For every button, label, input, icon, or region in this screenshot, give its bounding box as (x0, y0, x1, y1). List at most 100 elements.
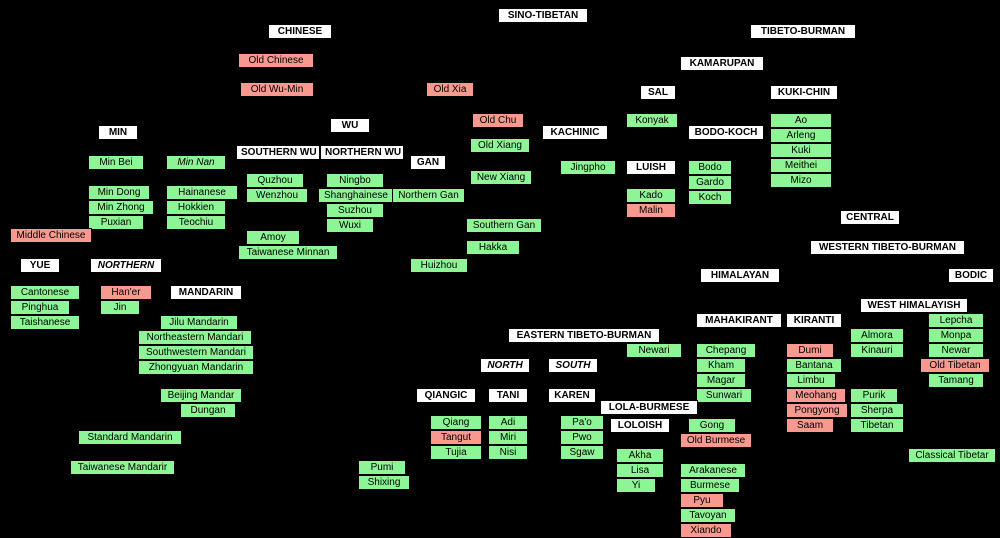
lang-old-chinese: Old Chinese (238, 53, 314, 68)
lang-bodic: BODIC (948, 268, 994, 283)
lang-suzhou: Suzhou (326, 203, 384, 218)
lang-teochiu: Teochiu (166, 215, 226, 230)
lang-wuxi: Wuxi (326, 218, 374, 233)
lang-yue: YUE (20, 258, 60, 273)
lang-shixing: Shixing (358, 475, 410, 490)
lang-zhongyuan-mandarin: Zhongyuan Mandarin (138, 360, 254, 375)
lang-old-wu-min: Old Wu-Min (240, 82, 314, 97)
lang-new-xiang: New Xiang (470, 170, 532, 185)
lang-bodo: Bodo (688, 160, 732, 175)
lang-adi: Adi (488, 415, 528, 430)
lang-lola-burmese: LOLA-BURMESE (600, 400, 698, 415)
lang-saam: Saam (786, 418, 834, 433)
lang-sal: SAL (640, 85, 676, 100)
lang-taiwanese-minnan: Taiwanese Minnan (238, 245, 338, 260)
lang-newari: Newari (626, 343, 682, 358)
lang-kuki: Kuki (770, 143, 832, 158)
lang-northern: NORTHERN (90, 258, 162, 273)
lang-han-er: Han'er (100, 285, 152, 300)
lang-west-himalayish: WEST HIMALAYISH (860, 298, 968, 313)
lang-old-burmese: Old Burmese (680, 433, 752, 448)
lang-loloish: LOLOISH (610, 418, 670, 433)
lang-old-xiang: Old Xiang (470, 138, 530, 153)
lang-eastern-tibeto-burman: EASTERN TIBETO-BURMAN (508, 328, 660, 343)
lang-northern-wu: NORTHERN WU (320, 145, 404, 160)
lang-ningbo: Ningbo (326, 173, 384, 188)
lang-bodo-koch: BODO-KOCH (688, 125, 764, 140)
lang-meithei: Meithei (770, 158, 832, 173)
lang-tangut: Tangut (430, 430, 482, 445)
lang-mahakirant: MAHAKIRANT (696, 313, 782, 328)
lang-pongyong: Pongyong (786, 403, 848, 418)
lang-quzhou: Quzhou (246, 173, 304, 188)
lang-limbu: Limbu (786, 373, 836, 388)
lang-tani: TANI (488, 388, 528, 403)
lang-min-zhong: Min Zhong (88, 200, 154, 215)
lang-pwo: Pwo (560, 430, 604, 445)
lang-yi: Yi (616, 478, 656, 493)
lang-standard-mandarin: Standard Mandarin (78, 430, 182, 445)
lang-lisa: Lisa (616, 463, 664, 478)
lang-arakanese: Arakanese (680, 463, 746, 478)
lang-qiangic: QIANGIC (416, 388, 476, 403)
lang-nisi: Nisi (488, 445, 528, 460)
lang-burmese: Burmese (680, 478, 740, 493)
lang-konyak: Konyak (626, 113, 678, 128)
lang-almora: Almora (850, 328, 904, 343)
lang-old-xia: Old Xia (426, 82, 474, 97)
lang-classical-tibetar: Classical Tibetar (908, 448, 996, 463)
lang-min-dong: Min Dong (88, 185, 150, 200)
lang-north: NORTH (480, 358, 530, 373)
lang-wenzhou: Wenzhou (246, 188, 308, 203)
lang-puxian: Puxian (88, 215, 144, 230)
lang-hakka: Hakka (466, 240, 520, 255)
lang-sgaw: Sgaw (560, 445, 604, 460)
lang-huizhou: Huizhou (410, 258, 468, 273)
lang-tamang: Tamang (928, 373, 984, 388)
lang-kado: Kado (626, 188, 676, 203)
lang-taiwanese-mandarir: Taiwanese Mandarir (70, 460, 175, 475)
lang-dumi: Dumi (786, 343, 834, 358)
lang-magar: Magar (696, 373, 746, 388)
lang-monpa: Monpa (928, 328, 984, 343)
lang-kachinic: KACHINIC (542, 125, 608, 140)
lang-meohang: Meohang (786, 388, 846, 403)
lang-kham: Kham (696, 358, 746, 373)
lang-tujia: Tujia (430, 445, 482, 460)
lang-taishanese: Taishanese (10, 315, 80, 330)
lang-tibeto-burman: TIBETO-BURMAN (750, 24, 856, 39)
lang-min-nan: Min Nan (166, 155, 226, 170)
lang-gan: GAN (410, 155, 446, 170)
lang-tavoyan: Tavoyan (680, 508, 736, 523)
lang-jingpho: Jingpho (560, 160, 616, 175)
lang-southwestern-mandari: Southwestern Mandari (138, 345, 254, 360)
lang-kuki-chin: KUKI-CHIN (770, 85, 838, 100)
lang-old-chu: Old Chu (472, 113, 524, 128)
lang-shanghainese: Shanghainese (318, 188, 394, 203)
lang-luish: LUISH (626, 160, 676, 175)
lang-hokkien: Hokkien (166, 200, 226, 215)
lang-dungan: Dungan (180, 403, 236, 418)
lang-lepcha: Lepcha (928, 313, 984, 328)
lang-arleng: Arleng (770, 128, 832, 143)
lang-akha: Akha (616, 448, 664, 463)
lang-kinauri: Kinauri (850, 343, 904, 358)
lang-karen: KAREN (548, 388, 596, 403)
lang-central: CENTRAL (840, 210, 900, 225)
lang-sunwari: Sunwari (696, 388, 752, 403)
lang-beijing-mandar: Beijing Mandar (160, 388, 242, 403)
lang-pumi: Pumi (358, 460, 406, 475)
lang-bantana: Bantana (786, 358, 842, 373)
lang-middle-chinese: Middle Chinese (10, 228, 92, 243)
lang-chepang: Chepang (696, 343, 756, 358)
lang-newar: Newar (928, 343, 984, 358)
lang-southern-wu: SOUTHERN WU (236, 145, 320, 160)
lang-himalayan: HIMALAYAN (700, 268, 780, 283)
lang-sino-tibetan: SINO-TIBETAN (498, 8, 588, 23)
lang-tibetan: Tibetan (850, 418, 904, 433)
lang-amoy: Amoy (246, 230, 300, 245)
lang-pa-o: Pa'o (560, 415, 604, 430)
lang-kamarupan: KAMARUPAN (680, 56, 764, 71)
lang-chinese: CHINESE (268, 24, 332, 39)
lang-northern-gan: Northern Gan (392, 188, 465, 203)
